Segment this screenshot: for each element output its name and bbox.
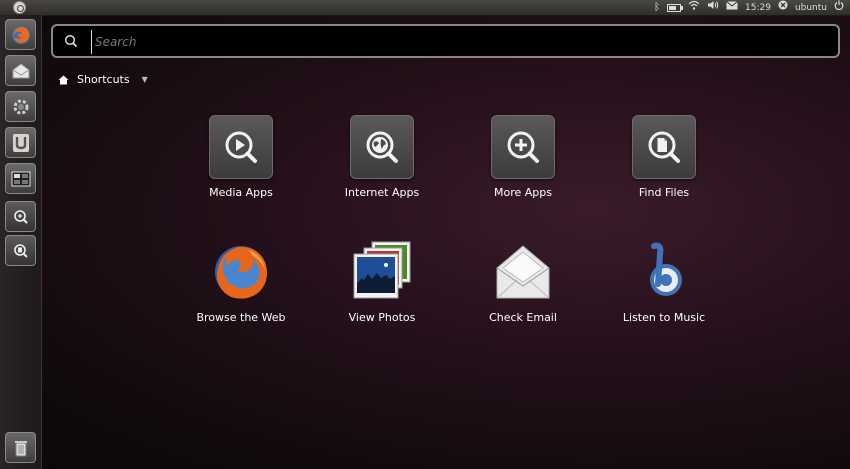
media-apps-icon (225, 131, 257, 163)
launcher-files-lens[interactable] (5, 235, 36, 266)
launcher-mail[interactable] (5, 55, 36, 86)
session-icon[interactable] (778, 0, 788, 15)
shortcut-more-apps[interactable]: More Apps (453, 115, 593, 199)
search-input[interactable] (91, 30, 817, 54)
shortcut-internet-apps[interactable]: Internet Apps (312, 115, 452, 199)
tile-label: View Photos (348, 311, 416, 324)
applications-lens-icon (13, 209, 28, 224)
photos-icon (353, 241, 411, 299)
evolution-mail-icon (12, 62, 29, 78)
trash-icon (14, 440, 27, 456)
internet-apps-icon (366, 131, 398, 163)
settings-icon (13, 99, 28, 114)
tile-label: Internet Apps (344, 186, 420, 199)
launcher-applications-lens[interactable] (5, 201, 36, 232)
email-icon (496, 245, 550, 299)
find-files-icon (648, 131, 680, 163)
launcher-firefox[interactable] (5, 19, 36, 50)
tile-label: More Apps (494, 186, 552, 199)
shortcut-check-email[interactable]: Check Email (453, 240, 593, 324)
tile-label: Listen to Music (622, 311, 706, 324)
ubuntu-one-icon (12, 133, 29, 152)
mail-icon[interactable] (726, 0, 738, 15)
tile-label: Check Email (489, 311, 557, 324)
user-name[interactable]: ubuntu (795, 3, 827, 13)
files-lens-icon (13, 243, 28, 258)
wifi-icon[interactable] (688, 0, 700, 15)
music-icon (650, 242, 682, 296)
bluetooth-icon[interactable]: ᛒ (654, 0, 660, 15)
dash-home-button[interactable] (13, 1, 26, 14)
chevron-down-icon: ▼ (141, 75, 148, 84)
search-bar[interactable] (51, 24, 840, 58)
launcher-ubuntu-one[interactable] (5, 127, 36, 158)
launcher (0, 15, 42, 469)
shortcut-view-photos[interactable]: View Photos (312, 240, 452, 324)
shortcut-media-apps[interactable]: Media Apps (171, 115, 311, 199)
tile-label: Browse the Web (196, 311, 286, 324)
firefox-icon (11, 25, 30, 44)
launcher-settings[interactable] (5, 91, 36, 122)
shortcut-browse-the-web[interactable]: Browse the Web (171, 240, 311, 324)
launcher-trash[interactable] (5, 432, 36, 463)
power-icon[interactable] (834, 0, 844, 15)
more-apps-icon (507, 131, 539, 163)
clock[interactable]: 15:29 (745, 3, 771, 13)
search-icon (64, 34, 78, 48)
indicator-area: ᛒ 15:29 ubuntu (654, 0, 844, 15)
shortcut-listen-to-music[interactable]: Listen to Music (594, 240, 734, 324)
shortcuts-filter[interactable]: Shortcuts ▼ (58, 73, 148, 86)
battery-icon[interactable] (667, 3, 683, 12)
volume-icon[interactable] (707, 0, 719, 15)
tile-label: Media Apps (209, 186, 273, 199)
shortcut-find-files[interactable]: Find Files (594, 115, 734, 199)
launcher-workspaces[interactable] (5, 163, 36, 194)
filter-label: Shortcuts (77, 73, 130, 86)
workspace-switcher-icon (11, 171, 30, 186)
firefox-icon (215, 246, 267, 299)
home-icon (58, 75, 69, 84)
top-panel: ᛒ 15:29 ubuntu (0, 0, 850, 16)
tile-label: Find Files (638, 186, 690, 199)
